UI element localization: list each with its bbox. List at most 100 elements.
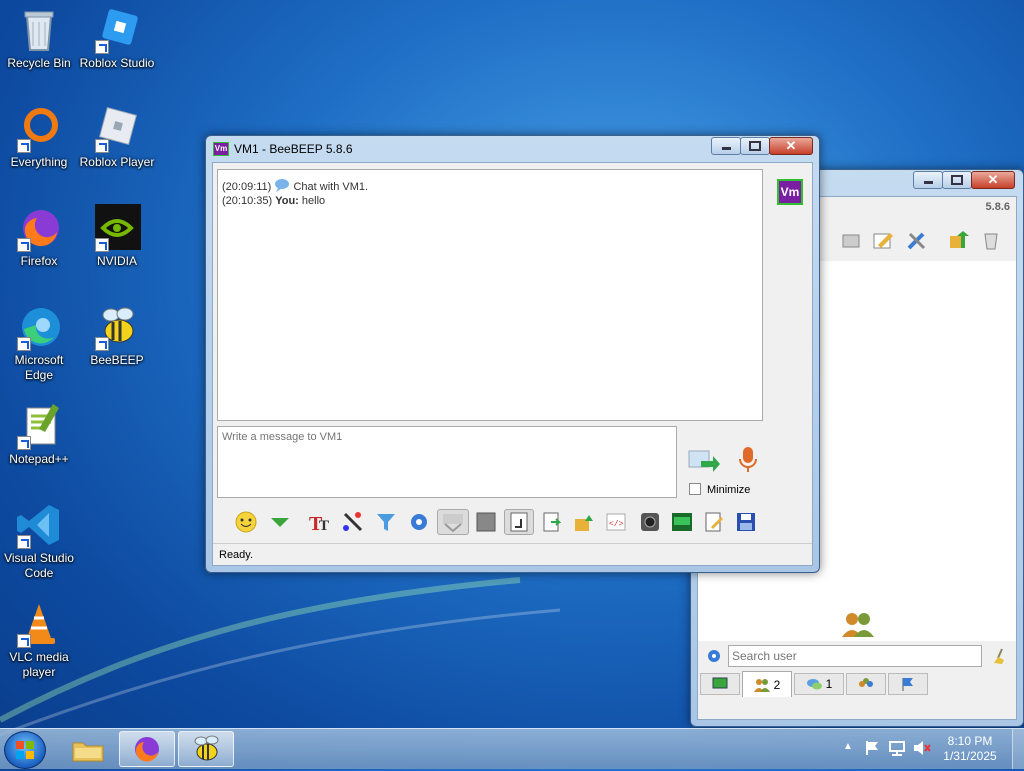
send-icon[interactable] (687, 447, 721, 478)
flag-icon (902, 678, 913, 691)
update-arrow-icon[interactable] (945, 227, 971, 253)
firefox-icon (15, 204, 63, 252)
chat-history[interactable]: (20:09:11) Chat with VM1. (20:10:35) You… (217, 169, 763, 421)
settings-gear-icon[interactable] (406, 509, 432, 535)
shortcut-arrow-icon (17, 139, 31, 153)
desktop-icon-recycle-bin[interactable]: Recycle Bin (1, 6, 77, 71)
maximize-button[interactable] (740, 137, 770, 155)
emoticon-icon[interactable] (233, 509, 259, 535)
close-button[interactable]: ✕ (971, 171, 1015, 189)
maximize-button[interactable] (942, 171, 972, 189)
everything-icon (15, 105, 63, 153)
edit-note-icon[interactable] (870, 227, 896, 253)
desktop-icon-beebeep[interactable]: BeeBEEP (79, 303, 155, 368)
trash-icon[interactable] (978, 227, 1004, 253)
folder-icon (72, 742, 104, 762)
minimize-checkbox-label: Minimize (707, 484, 751, 496)
chat-message: (20:10:35) You: hello (222, 195, 326, 207)
clock[interactable]: 8:10 PM 1/31/2025 (936, 734, 1004, 764)
shortcut-arrow-icon (17, 337, 31, 351)
desktop-icon-everything[interactable]: Everything (1, 105, 77, 170)
start-button[interactable] (4, 731, 46, 769)
windows-logo-icon (16, 741, 34, 759)
chat-window-client: (20:09:11) Chat with VM1. (20:10:35) You… (212, 162, 813, 566)
edit-doc-icon[interactable] (701, 509, 727, 535)
filter-icon[interactable] (373, 509, 399, 535)
tab-files[interactable] (888, 673, 928, 695)
chat-bubble-icon (275, 179, 290, 192)
chat-bubbles-icon (806, 679, 822, 690)
search-user-input[interactable] (728, 645, 982, 667)
desktop-icon-nvidia[interactable]: NVIDIA (79, 204, 155, 269)
save-disk-icon[interactable] (733, 509, 759, 535)
volume-muted-icon[interactable] (912, 740, 932, 759)
users-group-icon (842, 611, 874, 640)
users-icon (753, 678, 770, 692)
clear-broom-icon[interactable] (992, 648, 1008, 667)
desktop-icon-roblox-player[interactable]: Roblox Player (79, 105, 155, 170)
webcam-icon[interactable] (637, 509, 663, 535)
tab-chats[interactable]: 1 (794, 673, 844, 695)
font-icon[interactable]: TT (307, 509, 333, 535)
expand-arrow-icon[interactable] (267, 509, 293, 535)
minimize-button[interactable] (913, 171, 943, 189)
shortcut-arrow-icon (95, 238, 109, 252)
tab-users[interactable]: 2 (742, 671, 792, 697)
search-gear-icon[interactable] (706, 648, 722, 667)
vcard-icon[interactable] (838, 227, 864, 253)
shortcut-arrow-icon (95, 337, 109, 351)
shortcut-arrow-icon (17, 634, 31, 648)
send-folder-icon[interactable] (571, 509, 597, 535)
app-vm-icon: Vm (213, 142, 229, 156)
desktop-icon-vlc[interactable]: VLC media player (1, 600, 77, 680)
desktop-icon-visual-studio-code[interactable]: Visual Studio Code (1, 501, 77, 581)
chat-window: Vm VM1 - BeeBEEP 5.8.6 ✕ (20:09:11) Chat… (205, 135, 820, 573)
group-icon (859, 678, 873, 687)
roblox-studio-icon (93, 6, 141, 54)
chat-window-titlebar[interactable]: Vm VM1 - BeeBEEP 5.8.6 ✕ (206, 136, 819, 162)
desktop-icon-roblox-studio[interactable]: Roblox Studio (79, 6, 155, 71)
screen-capture-icon[interactable] (669, 509, 695, 535)
desktop-icon-microsoft-edge[interactable]: Microsoft Edge (1, 303, 77, 383)
desktop-icon-notepad-plus-plus[interactable]: Notepad++ (1, 402, 77, 467)
screenshot-icon[interactable] (473, 509, 499, 535)
tools-icon[interactable] (904, 227, 930, 253)
desktop-icon-firefox[interactable]: Firefox (1, 204, 77, 269)
action-center-flag-icon[interactable] (864, 740, 880, 759)
shortcut-arrow-icon (17, 238, 31, 252)
note-icon[interactable] (504, 509, 534, 535)
microphone-icon[interactable] (737, 445, 759, 478)
send-file-icon[interactable] (539, 509, 565, 535)
chat-window-title: VM1 - BeeBEEP 5.8.6 (234, 142, 353, 156)
color-pen-icon[interactable] (340, 509, 366, 535)
show-hidden-icons-icon[interactable]: ▲ (843, 741, 853, 752)
taskbar-beebeep[interactable] (178, 731, 234, 767)
network-icon[interactable] (888, 740, 906, 759)
user-list-tabs: 2 1 (698, 671, 1016, 697)
status-text: Ready. (219, 549, 254, 561)
bee-icon (194, 735, 219, 761)
tab-network[interactable] (700, 673, 740, 695)
taskbar-firefox[interactable] (119, 731, 175, 767)
edge-icon (15, 303, 63, 351)
close-button[interactable]: ✕ (769, 137, 813, 155)
nvidia-icon (93, 204, 141, 252)
firefox-icon (135, 737, 159, 762)
minimize-button[interactable] (711, 137, 741, 155)
svg-text:</>: </> (609, 520, 624, 529)
version-label: 5.8.6 (985, 201, 1010, 213)
shortcut-arrow-icon (17, 535, 31, 549)
save-chat-icon[interactable] (437, 509, 469, 535)
minimize-checkbox[interactable] (689, 483, 701, 495)
message-input[interactable] (217, 426, 677, 498)
show-desktop-button[interactable] (1012, 729, 1024, 769)
shortcut-arrow-icon (95, 139, 109, 153)
taskbar-explorer[interactable] (60, 731, 116, 767)
vlc-cone-icon (15, 600, 63, 648)
html-code-icon[interactable]: </> (603, 509, 629, 535)
status-bar: Ready. (213, 543, 812, 566)
svg-text:T: T (319, 518, 329, 533)
tab-groups[interactable] (846, 673, 886, 695)
user-avatar[interactable]: Vm (777, 179, 803, 205)
roblox-player-icon (93, 105, 141, 153)
